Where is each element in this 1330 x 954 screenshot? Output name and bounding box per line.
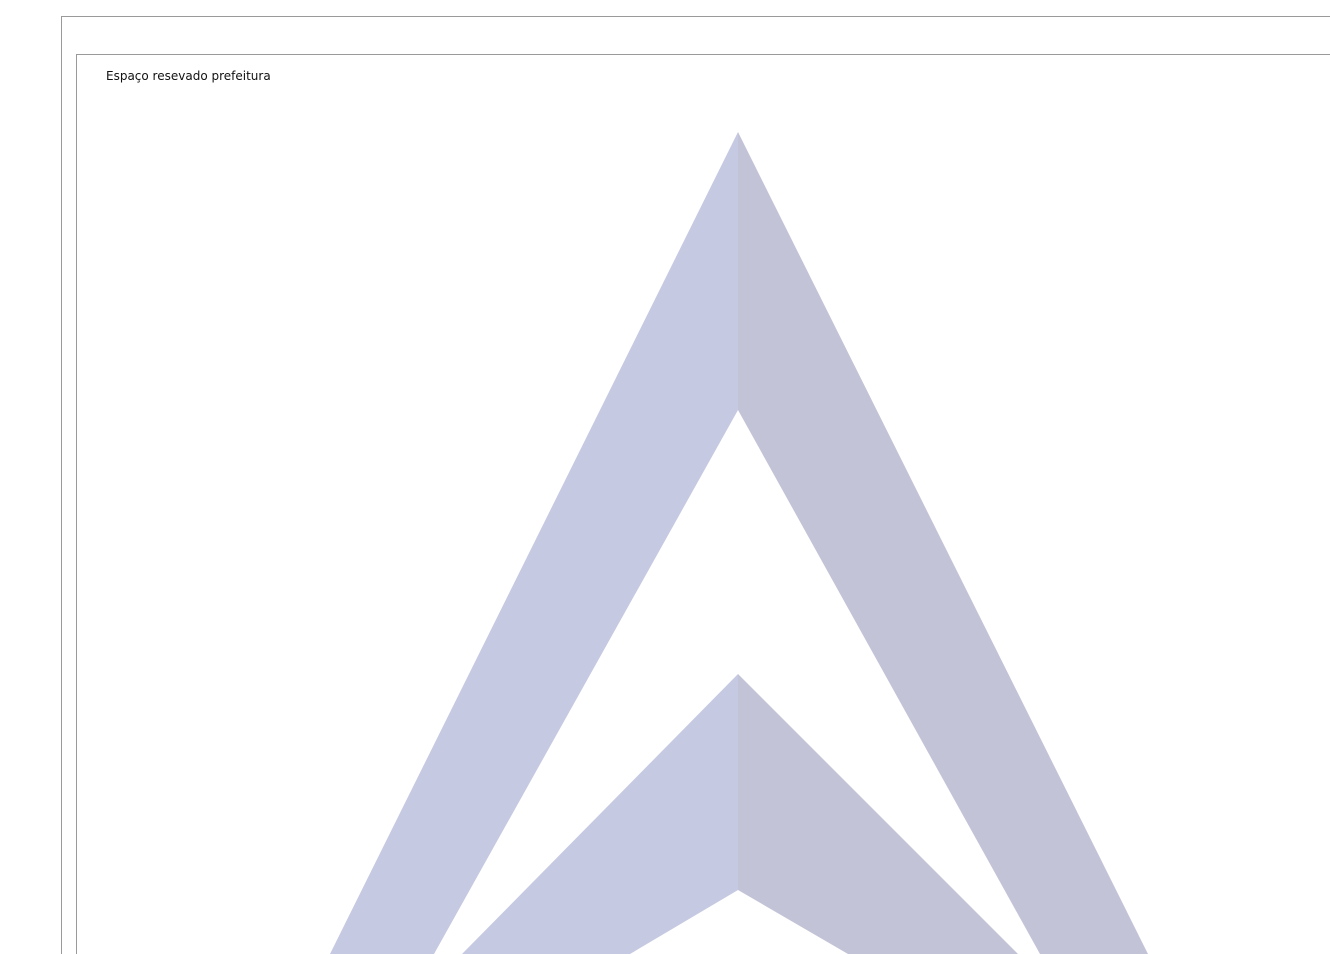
reserved-area-box [76, 54, 1330, 954]
reserved-area-label: Espaço resevado prefeitura [106, 69, 271, 83]
